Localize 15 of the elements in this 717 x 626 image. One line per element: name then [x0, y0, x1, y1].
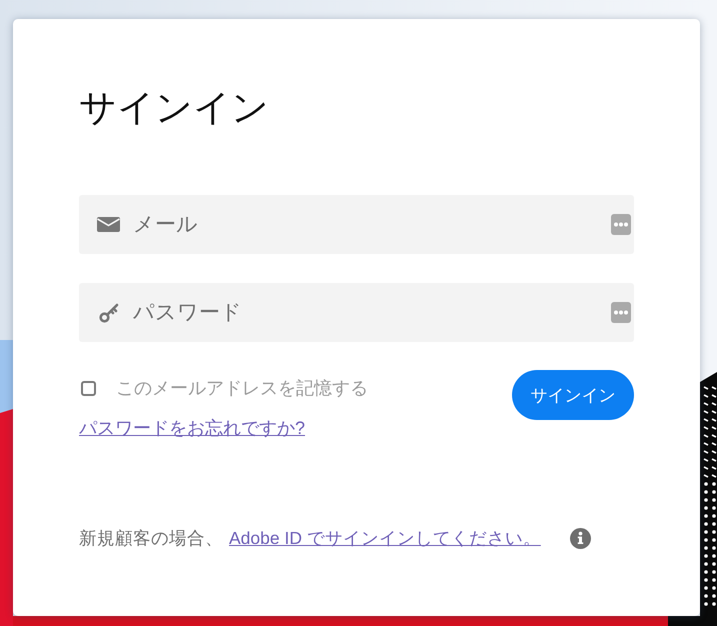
remember-checkbox[interactable] — [81, 380, 96, 396]
page-title: サインイン — [79, 86, 269, 130]
email-field[interactable]: メール — [79, 195, 634, 254]
signin-button[interactable]: サインイン — [512, 370, 634, 420]
dots-icon[interactable] — [611, 302, 631, 323]
mail-icon — [97, 217, 120, 232]
new-customer-text: 新規顧客の場合、 — [79, 527, 223, 550]
key-icon — [99, 303, 119, 323]
signup-link[interactable]: Adobe ID でサインインしてください。 — [229, 525, 541, 551]
forgot-password-link[interactable]: パスワードをお忘れですか? — [79, 415, 306, 441]
info-icon[interactable] — [570, 528, 591, 548]
dots-icon[interactable] — [611, 214, 631, 235]
remember-label: このメールアドレスを記憶する — [116, 377, 368, 400]
password-field[interactable]: パスワード — [79, 283, 634, 342]
corner-block-shape — [668, 616, 717, 626]
